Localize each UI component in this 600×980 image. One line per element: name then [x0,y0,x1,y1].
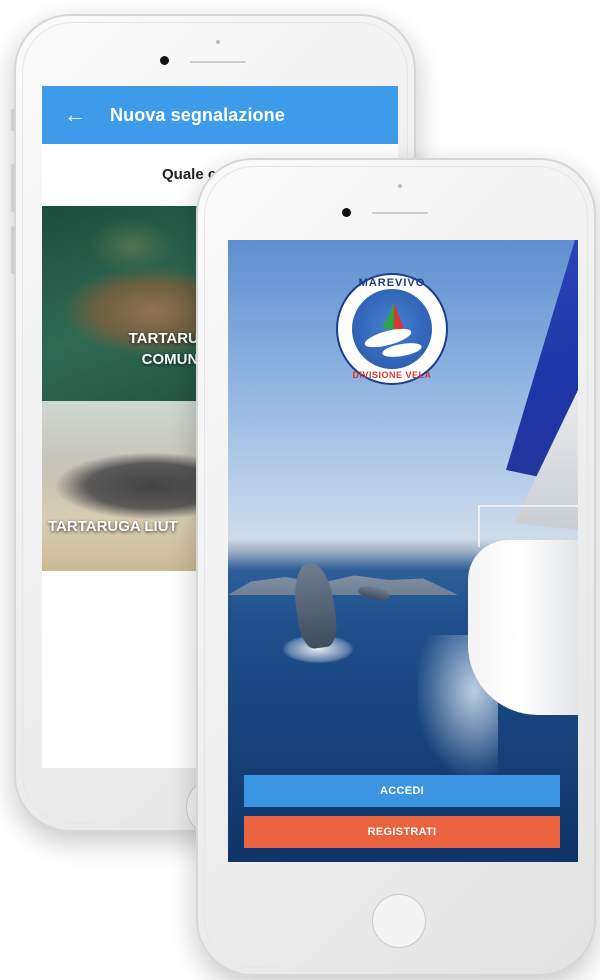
earpiece-speaker [372,212,428,214]
boat-hull [468,540,578,715]
marevivo-logo: MAREVIVO DIVISIONE VELA [338,275,446,383]
home-button [372,894,426,948]
login-screen: MAREVIVO DIVISIONE VELA ACCEDI REGISTRAT… [228,240,578,862]
earpiece-speaker [190,61,246,63]
volume-up-button [11,164,15,212]
volume-down-button [11,226,15,274]
background-island [228,575,458,595]
option-label: TARTARUGA LIUT [48,518,178,535]
proximity-sensor [398,184,402,188]
front-camera [342,208,351,217]
register-button[interactable]: REGISTRATI [244,816,560,848]
mute-switch [11,109,15,131]
front-camera [160,56,169,65]
login-button[interactable]: ACCEDI [244,775,560,807]
arrow-left-icon[interactable]: ← [64,104,110,126]
front-phone: MAREVIVO DIVISIONE VELA ACCEDI REGISTRAT… [196,158,596,976]
proximity-sensor [216,40,220,44]
app-bar: ← Nuova segnalazione [42,86,398,144]
page-title: Nuova segnalazione [110,104,285,125]
